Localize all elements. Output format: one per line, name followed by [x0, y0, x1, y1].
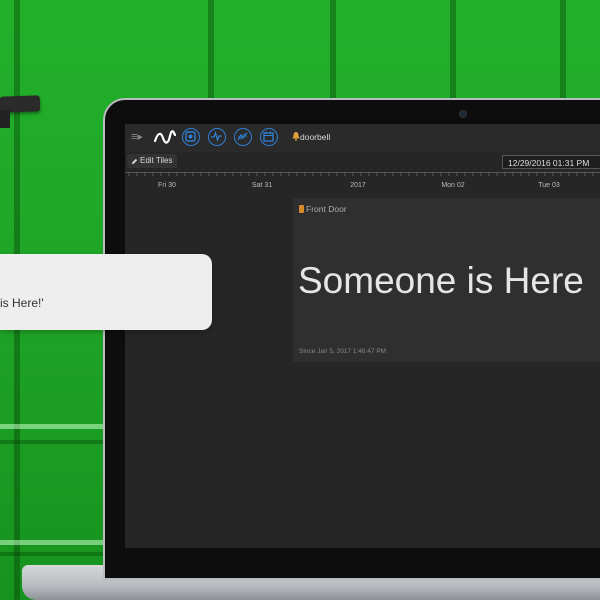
door-handle-base	[0, 110, 10, 128]
timeline-label: Mon 02	[441, 182, 465, 189]
device-label[interactable]: doorbell	[300, 132, 330, 142]
app-screen: ≡▸ doorbell Edit Tiles 12/29/2016 01:31 …	[125, 124, 600, 548]
notification-popup[interactable]: is Here!'	[0, 254, 212, 330]
tile-title: Front Door	[306, 204, 347, 214]
dashboard-icon[interactable]	[182, 128, 200, 146]
door-trim	[0, 440, 110, 444]
graph-icon[interactable]	[234, 128, 252, 146]
date-field[interactable]: 12/29/2016 01:31 PM	[502, 155, 600, 169]
timeline-label: Sat 31	[251, 182, 273, 189]
timeline-label: Tue 03	[538, 182, 560, 189]
edit-tiles-button[interactable]: Edit Tiles	[127, 154, 178, 168]
tile-status: Someone is Here	[298, 260, 584, 301]
timeline-label: Fri 30	[158, 182, 176, 189]
wave-logo-icon[interactable]	[154, 128, 176, 148]
hamburger-menu-icon[interactable]: ≡▸	[131, 130, 147, 144]
camera	[459, 110, 467, 118]
edit-tiles-label: Edit Tiles	[140, 156, 173, 165]
toolbar: ≡▸ doorbell	[125, 124, 600, 152]
front-door-tile[interactable]: Front Door Someone is Here Since Jan 5, …	[293, 198, 600, 362]
timeline-ticks	[128, 172, 594, 176]
door-trim	[0, 424, 110, 429]
laptop: ≡▸ doorbell Edit Tiles 12/29/2016 01:31 …	[103, 98, 600, 580]
door-icon	[299, 205, 304, 213]
notification-text: is Here!'	[0, 296, 44, 310]
sub-toolbar: Edit Tiles 12/29/2016 01:31 PM	[125, 152, 600, 170]
tile-since: Since Jan 5, 2017 1:46:47 PM	[299, 348, 387, 355]
timeline[interactable]: Fri 30 Sat 31 2017 Mon 02 Tue 03	[125, 170, 600, 196]
timeline-label: 2017	[350, 182, 366, 189]
door-trim	[0, 540, 110, 545]
calendar-icon[interactable]	[260, 128, 278, 146]
tile-header: Front Door	[299, 204, 347, 214]
activity-icon[interactable]	[208, 128, 226, 146]
pencil-icon	[131, 158, 138, 164]
door-trim	[0, 552, 110, 556]
bell-icon	[292, 132, 300, 141]
